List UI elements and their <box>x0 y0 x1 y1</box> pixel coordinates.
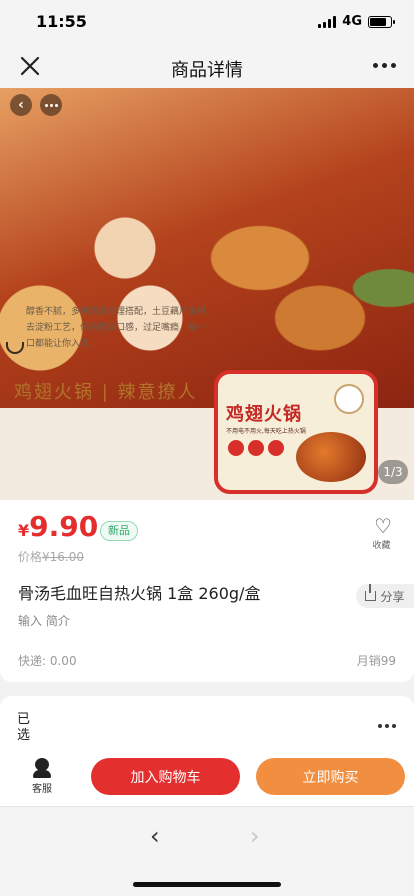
product-slogan: 鸡翅火锅 | 辣意撩人 <box>14 382 198 403</box>
signal-icon <box>318 15 337 28</box>
share-label: 分享 <box>380 589 405 604</box>
more-menu-icon[interactable] <box>373 63 396 68</box>
network-type: 4G <box>342 14 362 29</box>
original-price-label: 价格 <box>18 550 43 564</box>
original-price: 价格¥16.00 <box>18 548 84 565</box>
more-options-icon[interactable] <box>378 724 396 728</box>
price-value: 9.90 <box>29 510 99 543</box>
product-package-image: 鸡翅火锅 不用电不用火,每天吃上热火锅 <box>214 370 378 494</box>
browser-forward-icon[interactable]: › <box>250 822 260 850</box>
package-title: 鸡翅火锅 <box>226 404 302 425</box>
product-image-gallery[interactable]: 鸡翅火锅 不用电不用火,每天吃上热火锅 <box>0 88 414 500</box>
customer-service-button[interactable]: 客服 <box>26 757 58 795</box>
heart-icon: ♡ <box>374 514 392 538</box>
package-badge <box>268 440 284 456</box>
favorite-label: 收藏 <box>372 541 391 551</box>
back-icon[interactable]: ‹ <box>10 94 32 116</box>
status-bar: 11:55 4G <box>0 0 414 44</box>
customer-service-label: 客服 <box>32 784 52 795</box>
product-intro: 输入 简介 <box>18 614 70 628</box>
monthly-sales: 月销99 <box>356 654 396 668</box>
browser-back-icon[interactable]: ‹ <box>150 822 160 850</box>
add-to-cart-button[interactable]: 加入购物车 <box>91 758 240 795</box>
hotpot-image <box>296 432 366 482</box>
headset-icon <box>32 757 52 778</box>
status-time: 11:55 <box>36 12 87 31</box>
share-icon <box>365 584 377 601</box>
favorite-button[interactable]: ♡ 收藏 <box>372 516 394 551</box>
brand-seal <box>334 384 364 414</box>
status-indicators: 4G <box>318 14 395 29</box>
shipping-fee: 快递: 0.00 <box>18 654 77 668</box>
nav-bar: 商品详情 <box>0 44 414 88</box>
page-title: 商品详情 <box>171 60 243 81</box>
currency-symbol: ¥ <box>18 521 30 540</box>
product-title: 骨汤毛血旺自热火锅 1盒 260g/盒 <box>18 584 261 603</box>
price: ¥9.90 <box>18 510 98 543</box>
package-subtitle: 不用电不用火,每天吃上热火锅 <box>226 428 306 435</box>
image-counter: 1/3 <box>378 460 408 484</box>
original-price-value: ¥16.00 <box>42 550 85 564</box>
selected-spec-label: 已选 <box>17 712 31 743</box>
photo-more-icon[interactable] <box>40 94 62 116</box>
product-photo <box>0 88 414 408</box>
package-badge <box>228 440 244 456</box>
buy-now-button[interactable]: 立即购买 <box>256 758 405 795</box>
battery-icon <box>368 15 395 28</box>
new-badge: 新品 <box>100 521 138 541</box>
product-description: 醇香不腻，多种蔬菜合理搭配，土豆藕片采用去淀粉工艺，保持脆爽口感，过足嘴瘾，每一… <box>26 307 207 349</box>
package-badge <box>248 440 264 456</box>
home-indicator <box>133 882 281 887</box>
share-button[interactable]: 分享 <box>356 584 414 608</box>
